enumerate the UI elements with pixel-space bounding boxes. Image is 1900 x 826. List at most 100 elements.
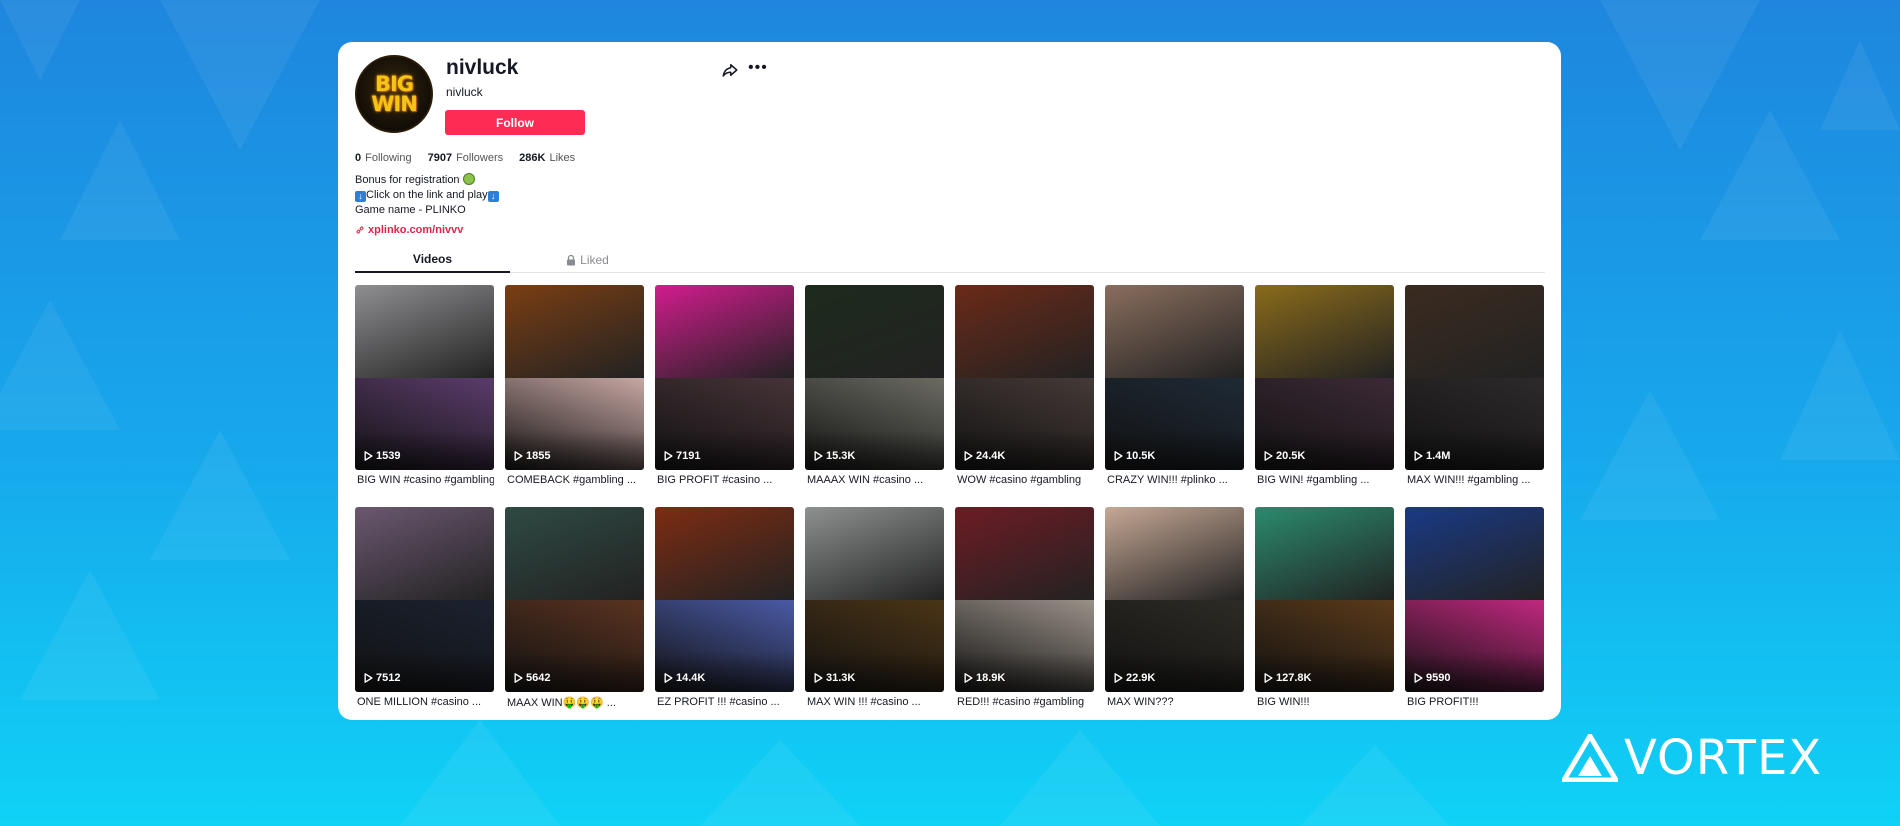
profile-link[interactable]: xplinko.com/nivvv: [355, 224, 463, 236]
video-thumbnail[interactable]: 127.8K: [1255, 507, 1394, 692]
video-thumbnail[interactable]: 10.5K: [1105, 285, 1244, 470]
following-stat[interactable]: 0 Following: [355, 152, 412, 164]
video-caption[interactable]: CRAZY WIN!!! #plinko ...: [1105, 474, 1244, 490]
video-thumbnail-top: [1405, 285, 1544, 378]
video-item[interactable]: 18.9K RED!!! #casino #gambling: [955, 507, 1094, 712]
video-caption[interactable]: BIG WIN! #gambling ...: [1255, 474, 1394, 490]
video-item[interactable]: 20.5K BIG WIN! #gambling ...: [1255, 285, 1394, 490]
view-count-text: 31.3K: [826, 672, 856, 684]
tab-liked[interactable]: Liked: [510, 247, 665, 273]
view-count-text: 9590: [1426, 672, 1451, 684]
tab-videos[interactable]: Videos: [355, 247, 510, 273]
video-caption[interactable]: MAX WIN???: [1105, 696, 1244, 712]
following-label: Following: [365, 152, 412, 164]
video-item[interactable]: 15.3K MAAAX WIN #casino ...: [805, 285, 944, 490]
view-count: 1.4M: [1414, 450, 1450, 462]
share-icon[interactable]: [721, 61, 739, 79]
video-item[interactable]: 22.9K MAX WIN???: [1105, 507, 1244, 712]
video-caption[interactable]: MAAAX WIN #casino ...: [805, 474, 944, 490]
view-count: 9590: [1414, 672, 1450, 684]
video-thumbnail[interactable]: 1.4M: [1405, 285, 1544, 470]
video-thumbnail[interactable]: 1539: [355, 285, 494, 470]
video-caption[interactable]: MAX WIN!!! #gambling ...: [1405, 474, 1544, 490]
play-icon: [814, 451, 823, 461]
view-count-text: 1855: [526, 450, 551, 462]
play-icon: [1264, 673, 1273, 683]
vortex-logo-text: VORTEX: [1624, 730, 1823, 786]
video-caption[interactable]: MAX WIN !!! #casino ...: [805, 696, 944, 712]
view-count-text: 22.9K: [1126, 672, 1156, 684]
video-thumbnail[interactable]: 7512: [355, 507, 494, 692]
view-count-text: 127.8K: [1276, 672, 1312, 684]
tab-videos-label: Videos: [412, 252, 453, 266]
play-icon: [364, 451, 373, 461]
vortex-logo: VORTEX: [1562, 734, 1822, 782]
play-icon: [514, 673, 523, 683]
video-thumbnail[interactable]: 18.9K: [955, 507, 1094, 692]
video-thumbnail-top: [355, 507, 494, 600]
play-icon: [364, 673, 373, 683]
video-caption[interactable]: BIG PROFIT!!!: [1405, 696, 1544, 712]
followers-stat[interactable]: 7907 Followers: [428, 152, 504, 164]
video-item[interactable]: 14.4K EZ PROFIT !!! #casino ...: [655, 507, 794, 712]
down-arrow-emoji-icon: ↓: [355, 191, 366, 202]
view-count-text: 5642: [526, 672, 551, 684]
avatar[interactable]: BIG WIN: [355, 55, 433, 133]
video-thumbnail-top: [1255, 285, 1394, 378]
video-caption[interactable]: ONE MILLION #casino ...: [355, 696, 494, 712]
view-count: 14.4K: [664, 672, 705, 684]
video-thumbnail[interactable]: 5642: [505, 507, 644, 692]
play-icon: [1414, 673, 1423, 683]
bio-line-3: Game name - PLINKO: [355, 204, 466, 216]
video-item[interactable]: 9590 BIG PROFIT!!!: [1405, 507, 1544, 712]
video-thumbnail[interactable]: 7191: [655, 285, 794, 470]
video-item[interactable]: 24.4K WOW #casino #gambling: [955, 285, 1094, 490]
video-grid: 1539 BIG WIN #casino #gambling 1855 COMEBAC…: [355, 285, 1545, 712]
video-item[interactable]: 7512 ONE MILLION #casino ...: [355, 507, 494, 712]
video-caption[interactable]: RED!!! #casino #gambling: [955, 696, 1094, 712]
video-thumbnail[interactable]: 22.9K: [1105, 507, 1244, 692]
view-count-text: 15.3K: [826, 450, 856, 462]
play-icon: [514, 451, 523, 461]
link-icon: [356, 226, 364, 234]
view-count-text: 14.4K: [676, 672, 706, 684]
video-caption[interactable]: BIG WIN #casino #gambling: [355, 474, 494, 490]
following-count: 0: [355, 152, 362, 164]
video-thumbnail[interactable]: 1855: [505, 285, 644, 470]
video-thumbnail[interactable]: 24.4K: [955, 285, 1094, 470]
followers-count: 7907: [427, 152, 453, 164]
video-thumbnail[interactable]: 14.4K: [655, 507, 794, 692]
video-item[interactable]: 31.3K MAX WIN !!! #casino ...: [805, 507, 944, 712]
video-thumbnail[interactable]: 20.5K: [1255, 285, 1394, 470]
video-item[interactable]: 10.5K CRAZY WIN!!! #plinko ...: [1105, 285, 1244, 490]
view-count: 18.9K: [964, 672, 1005, 684]
video-item[interactable]: 5642 MAAX WIN🤑🤑🤑 ...: [505, 507, 644, 712]
video-item[interactable]: 1539 BIG WIN #casino #gambling: [355, 285, 494, 490]
video-caption[interactable]: BIG WIN!!!: [1255, 696, 1394, 712]
video-item[interactable]: 1855 COMEBACK #gambling ...: [505, 285, 644, 490]
video-thumbnail-top: [355, 285, 494, 378]
view-count-text: 18.9K: [976, 672, 1006, 684]
video-caption[interactable]: WOW #casino #gambling: [955, 474, 1094, 490]
video-item[interactable]: 7191 BIG PROFIT #casino ...: [655, 285, 794, 490]
lock-icon: [567, 254, 576, 265]
view-count-text: 7191: [676, 450, 701, 462]
video-caption[interactable]: EZ PROFIT !!! #casino ...: [655, 696, 794, 712]
avatar-text-win: WIN: [371, 92, 418, 116]
view-count: 5642: [514, 672, 550, 684]
video-caption[interactable]: COMEBACK #gambling ...: [505, 474, 644, 490]
more-icon[interactable]: •••: [748, 60, 767, 79]
video-item[interactable]: 127.8K BIG WIN!!!: [1255, 507, 1394, 712]
vortex-logo-icon: [1562, 734, 1618, 782]
follow-button[interactable]: Follow: [445, 110, 585, 135]
view-count: 24.4K: [964, 450, 1005, 462]
video-caption[interactable]: BIG PROFIT #casino ...: [655, 474, 794, 490]
video-thumbnail[interactable]: 9590: [1405, 507, 1544, 692]
video-caption[interactable]: MAAX WIN🤑🤑🤑 ...: [505, 696, 644, 712]
play-icon: [814, 673, 823, 683]
view-count: 10.5K: [1114, 450, 1155, 462]
view-count: 7512: [364, 672, 400, 684]
video-item[interactable]: 1.4M MAX WIN!!! #gambling ...: [1405, 285, 1544, 490]
video-thumbnail[interactable]: 31.3K: [805, 507, 944, 692]
video-thumbnail[interactable]: 15.3K: [805, 285, 944, 470]
